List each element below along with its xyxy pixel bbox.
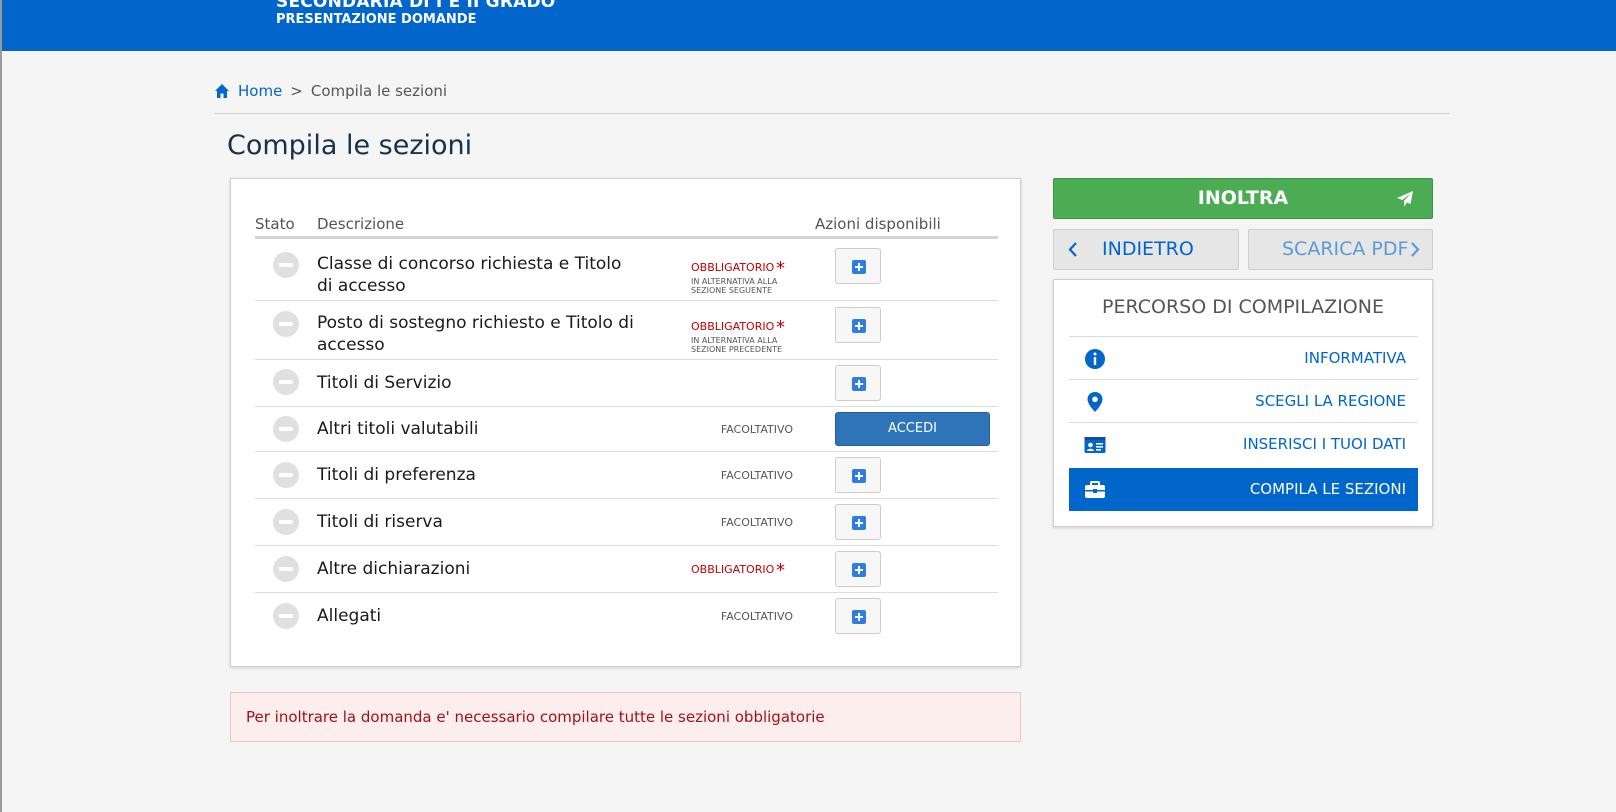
section-description: Allegati: [317, 606, 382, 626]
paper-plane-icon: [1397, 191, 1413, 207]
percorso-item-regione[interactable]: SCEGLI LA REGIONE: [1069, 379, 1418, 422]
percorso-item-sezioni[interactable]: COMPILA LE SEZIONI: [1069, 468, 1418, 511]
percorso-item-label: SCEGLI LA REGIONE: [1255, 392, 1406, 410]
status-icon: [273, 509, 299, 535]
add-section-button[interactable]: [835, 248, 881, 284]
scarica-pdf-button[interactable]: SCARICA PDF: [1248, 229, 1433, 270]
header-title: SECONDARIA DI I E II GRADO: [276, 0, 556, 12]
site-header: SECONDARIA DI I E II GRADO PRESENTAZIONE…: [2, 0, 1616, 51]
briefcase-icon: [1085, 481, 1105, 498]
status-icon: [273, 369, 299, 395]
table-row: Titoli di preferenza FACOLTATIVO: [255, 452, 998, 499]
plus-icon: [852, 377, 866, 391]
optional-tag: FACOLTATIVO: [720, 469, 793, 482]
table-row: Titoli di Servizio: [255, 360, 998, 407]
section-description: Titoli di riserva: [317, 512, 443, 532]
indietro-button[interactable]: INDIETRO: [1053, 229, 1239, 270]
inoltra-label: INOLTRA: [1197, 187, 1289, 209]
status-icon: [273, 416, 299, 442]
plus-icon: [852, 319, 866, 333]
header-descrizione: Descrizione: [317, 215, 405, 233]
table-row: Posto di sostegno richiesto e Titolo di …: [255, 301, 998, 360]
inoltra-button[interactable]: INOLTRA: [1053, 178, 1433, 219]
add-section-button[interactable]: [835, 307, 881, 343]
scarica-pdf-label: SCARICA PDF: [1282, 238, 1409, 260]
percorso-item-label: INFORMATIVA: [1304, 349, 1406, 367]
page-title: Compila le sezioni: [227, 130, 473, 161]
table-row: Titoli di riserva FACOLTATIVO: [255, 499, 998, 546]
breadcrumb: Home > Compila le sezioni: [214, 82, 447, 100]
required-asterisk: *: [776, 317, 785, 338]
tag-label: OBBLIGATORIO: [691, 563, 775, 576]
home-icon: [215, 84, 229, 98]
accedi-button[interactable]: ACCEDI: [835, 412, 990, 446]
percorso-item-label: INSERISCI I TUOI DATI: [1243, 435, 1406, 453]
tag-note-line2: SEZIONE SEGUENTE: [691, 286, 773, 295]
status-icon: [273, 556, 299, 582]
percorso-item-label: COMPILA LE SEZIONI: [1249, 480, 1406, 498]
status-icon: [273, 311, 299, 337]
required-tag: OBBLIGATORIO *: [691, 560, 785, 581]
add-section-button[interactable]: [835, 598, 881, 634]
table-row: Allegati FACOLTATIVO: [255, 593, 998, 640]
percorso-item-informativa[interactable]: INFORMATIVA: [1069, 336, 1418, 379]
window-edge: [0, 0, 2, 812]
section-description: Altri titoli valutabili: [317, 419, 479, 439]
optional-tag: FACOLTATIVO: [720, 610, 793, 623]
section-description: Posto di sostegno richiesto e Titolo di …: [317, 313, 634, 355]
table-header: Stato Descrizione Azioni disponibili: [255, 209, 998, 239]
breadcrumb-current: Compila le sezioni: [310, 82, 448, 100]
chevron-left-icon: [1068, 242, 1077, 257]
plus-icon: [852, 516, 866, 530]
add-section-button[interactable]: [835, 457, 881, 493]
percorso-item-dati[interactable]: INSERISCI I TUOI DATI: [1069, 422, 1418, 465]
info-icon: [1085, 349, 1105, 369]
required-tag: OBBLIGATORIO * IN ALTERNATIVA ALLA SEZIO…: [691, 258, 785, 295]
required-asterisk: *: [776, 560, 785, 581]
plus-icon: [852, 610, 866, 624]
header-stato: Stato: [255, 215, 295, 233]
required-tag: OBBLIGATORIO * IN ALTERNATIVA ALLA SEZIO…: [691, 317, 785, 354]
section-description: Titoli di preferenza: [317, 465, 476, 485]
table-row: Altri titoli valutabili FACOLTATIVO ACCE…: [255, 407, 998, 452]
breadcrumb-divider: [214, 113, 1450, 114]
tag-label: OBBLIGATORIO: [691, 320, 775, 333]
plus-icon: [852, 260, 866, 274]
tag-note-line1: IN ALTERNATIVA ALLA: [691, 336, 778, 345]
status-icon: [273, 603, 299, 629]
plus-icon: [852, 469, 866, 483]
tag-note-line2: SEZIONE PRECEDENTE: [691, 345, 783, 354]
percorso-panel: PERCORSO DI COMPILAZIONE INFORMATIVA SCE…: [1053, 279, 1433, 527]
breadcrumb-home-link[interactable]: Home: [238, 82, 282, 100]
status-icon: [273, 252, 299, 278]
table-row: Classe di concorso richiesta e Titolo di…: [255, 242, 998, 301]
required-asterisk: *: [776, 258, 785, 279]
optional-tag: FACOLTATIVO: [720, 423, 793, 436]
percorso-title: PERCORSO DI COMPILAZIONE: [1102, 296, 1384, 318]
section-description: Altre dichiarazioni: [317, 559, 471, 579]
chevron-right-icon: [1411, 242, 1420, 257]
add-section-button[interactable]: [835, 551, 881, 587]
indietro-label: INDIETRO: [1102, 238, 1194, 260]
plus-icon: [852, 563, 866, 577]
header-subtitle: PRESENTAZIONE DOMANDE: [276, 12, 477, 27]
sections-panel: Stato Descrizione Azioni disponibili Cla…: [230, 178, 1021, 667]
add-section-button[interactable]: [835, 504, 881, 540]
optional-tag: FACOLTATIVO: [720, 516, 793, 529]
section-description: Titoli di Servizio: [317, 373, 452, 393]
header-azioni: Azioni disponibili: [815, 215, 941, 233]
add-section-button[interactable]: [835, 365, 881, 401]
tag-note-line1: IN ALTERNATIVA ALLA: [691, 277, 778, 286]
map-pin-icon: [1087, 392, 1103, 412]
required-sections-alert: Per inoltrare la domanda e' necessario c…: [230, 692, 1021, 742]
section-description: Classe di concorso richiesta e Titolo di…: [317, 254, 622, 296]
tag-label: OBBLIGATORIO: [691, 261, 775, 274]
table-row: Altre dichiarazioni OBBLIGATORIO *: [255, 546, 998, 593]
status-icon: [273, 462, 299, 488]
breadcrumb-separator: >: [290, 82, 303, 100]
id-card-icon: [1084, 437, 1106, 453]
